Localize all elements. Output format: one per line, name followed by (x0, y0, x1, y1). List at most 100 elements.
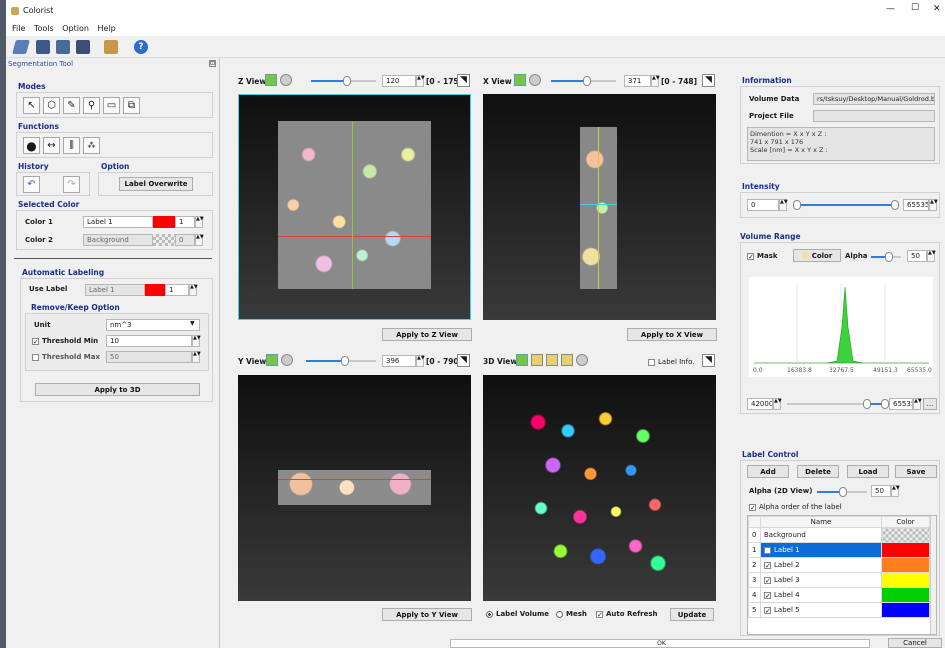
x-expand-icon[interactable]: ◥ (702, 74, 715, 87)
auto-refresh-checkbox[interactable]: ✓ (596, 610, 603, 618)
label-visible-checkbox[interactable]: ✓ (764, 591, 771, 599)
x-view-canvas[interactable] (483, 94, 716, 320)
label-row-name[interactable]: ✓ Label 2 (760, 557, 882, 573)
color-column-header[interactable]: Color (881, 516, 930, 528)
label-info-checkbox[interactable] (648, 358, 655, 366)
label-row-color-swatch[interactable] (881, 542, 930, 558)
label-row-name[interactable]: ✓ Label 4 (760, 587, 882, 603)
label-info-toggle[interactable]: Label Info. (648, 358, 694, 366)
use-label-swatch[interactable] (145, 284, 165, 296)
3d-plane-icon[interactable] (516, 354, 528, 366)
label-overwrite-button[interactable]: Label Overwrite (119, 177, 193, 191)
apply-y-view-button[interactable]: Apply to Y View (382, 608, 472, 621)
polygon-tool-icon[interactable]: ⬡ (43, 97, 60, 114)
3d-axis-z-icon[interactable] (561, 354, 573, 366)
threshold-max-field[interactable]: 50 (106, 351, 192, 363)
range-max-field[interactable]: 65535 (889, 398, 913, 410)
threshold-min-spinner[interactable]: ▲▼ (192, 335, 201, 347)
label-volume-radio[interactable]: Label Volume (486, 610, 549, 618)
label-visible-checkbox[interactable] (764, 546, 771, 554)
x-value-spinner[interactable]: ▲▼ (651, 75, 660, 87)
y-view-plane-icon[interactable] (266, 354, 278, 366)
range-slider-min-thumb[interactable] (863, 399, 871, 409)
export-icon[interactable] (76, 40, 90, 54)
apply-3d-button[interactable]: Apply to 3D (35, 383, 200, 396)
label-row-color-swatch[interactable] (881, 602, 930, 618)
use-label-field[interactable]: Label 1 (85, 284, 145, 296)
minimize-button[interactable]: — (886, 4, 895, 14)
color2-spinner[interactable]: ▲▼ (195, 234, 204, 246)
intensity-max-spinner[interactable]: ▲▼ (929, 199, 938, 211)
eyedropper-tool-icon[interactable]: ⚲ (83, 97, 100, 114)
3d-expand-icon[interactable]: ◥ (702, 354, 715, 367)
copy-tool-icon[interactable]: ⧉ (123, 97, 140, 114)
threshold-min-checkbox[interactable]: ✓ (32, 337, 39, 345)
close-button[interactable]: ✕ (933, 4, 941, 14)
color1-swatch[interactable] (153, 216, 175, 228)
label-visible-checkbox[interactable]: ✓ (764, 606, 771, 614)
mask-toggle[interactable]: ✓ Mask (747, 252, 778, 260)
name-column-header[interactable]: Name (760, 516, 882, 528)
intensity-min-field[interactable]: 0 (747, 199, 779, 211)
alpha-2d-field[interactable]: 50 (871, 485, 891, 497)
color1-number[interactable]: 1 (175, 216, 195, 228)
pointer-tool-icon[interactable]: ↖ (23, 97, 40, 114)
update-button[interactable]: Update (670, 608, 714, 621)
delete-label-button[interactable]: Delete (797, 465, 839, 478)
maximize-button[interactable]: ☐ (911, 3, 919, 13)
color1-spinner[interactable]: ▲▼ (195, 216, 204, 228)
y-value-field[interactable]: 396 (382, 355, 416, 367)
mask-checkbox[interactable]: ✓ (747, 252, 754, 260)
help-icon[interactable]: ? (134, 40, 148, 54)
save-label-button[interactable]: Save (895, 465, 937, 478)
label-table-scrollbar[interactable] (930, 516, 936, 634)
y-expand-icon[interactable]: ◥ (457, 354, 470, 367)
label-row[interactable]: 0 Background (748, 527, 930, 543)
ok-field[interactable]: OK (450, 639, 870, 648)
alpha-2d-spinner[interactable]: ▲▼ (891, 485, 900, 497)
load-label-button[interactable]: Load (847, 465, 889, 478)
3d-view-canvas[interactable] (483, 375, 716, 601)
range-max-spinner[interactable]: ▲▼ (913, 398, 922, 410)
x-value-field[interactable]: 371 (624, 75, 651, 87)
color1-field[interactable]: Label 1 (83, 216, 153, 228)
threshold-max-spinner[interactable]: ▲▼ (192, 351, 201, 363)
z-slider-thumb[interactable] (343, 76, 351, 86)
brush-tool-icon[interactable]: ✎ (63, 97, 80, 114)
z-view-snapshot-icon[interactable] (280, 74, 292, 86)
x-slider-thumb[interactable] (583, 76, 591, 86)
sample-function-icon[interactable]: ⁂ (83, 137, 100, 154)
flip-function-icon[interactable]: ↔ (43, 137, 60, 154)
auto-refresh-toggle[interactable]: ✓ Auto Refresh (596, 610, 658, 618)
3d-axis-x-icon[interactable] (531, 354, 543, 366)
label-visible-checkbox[interactable]: ✓ (764, 561, 771, 569)
label-row-name-selected[interactable]: Label 1 (760, 542, 882, 558)
rectangle-tool-icon[interactable]: ▭ (103, 97, 120, 114)
z-expand-icon[interactable]: ◥ (457, 74, 470, 87)
redo-icon[interactable]: ↷ (63, 176, 80, 193)
float-panel-icon[interactable]: ⊡ (209, 60, 216, 67)
z-value-spinner[interactable]: ▲▼ (416, 75, 425, 87)
range-more-button[interactable]: ... (923, 398, 937, 410)
label-row-name[interactable]: ✓ Label 5 (760, 602, 882, 618)
z-view-plane-icon[interactable] (265, 74, 277, 86)
menu-option[interactable]: Option (62, 24, 89, 33)
y-view-canvas[interactable] (238, 375, 471, 601)
range-min-spinner[interactable]: ▲▼ (773, 398, 782, 410)
alpha-spinner[interactable]: ▲▼ (927, 250, 936, 262)
intensity-slider-max-thumb[interactable] (891, 200, 899, 210)
open-icon[interactable] (12, 40, 30, 54)
label-row[interactable]: 3 ✓ Label 3 (748, 572, 930, 588)
save-as-icon[interactable] (56, 40, 70, 54)
circle-function-icon[interactable]: ● (23, 137, 40, 154)
menu-tools[interactable]: Tools (34, 24, 54, 33)
y-view-snapshot-icon[interactable] (281, 354, 293, 366)
unit-select[interactable]: nm^3 (106, 319, 200, 331)
intensity-slider-min-thumb[interactable] (793, 200, 801, 210)
alpha-2d-slider-thumb[interactable] (839, 487, 847, 497)
apply-z-view-button[interactable]: Apply to Z View (382, 328, 472, 341)
label-row-color-swatch[interactable] (881, 557, 930, 573)
color2-number[interactable]: 0 (175, 234, 195, 246)
y-value-spinner[interactable]: ▲▼ (416, 355, 425, 367)
3d-snapshot-icon[interactable] (576, 354, 588, 366)
